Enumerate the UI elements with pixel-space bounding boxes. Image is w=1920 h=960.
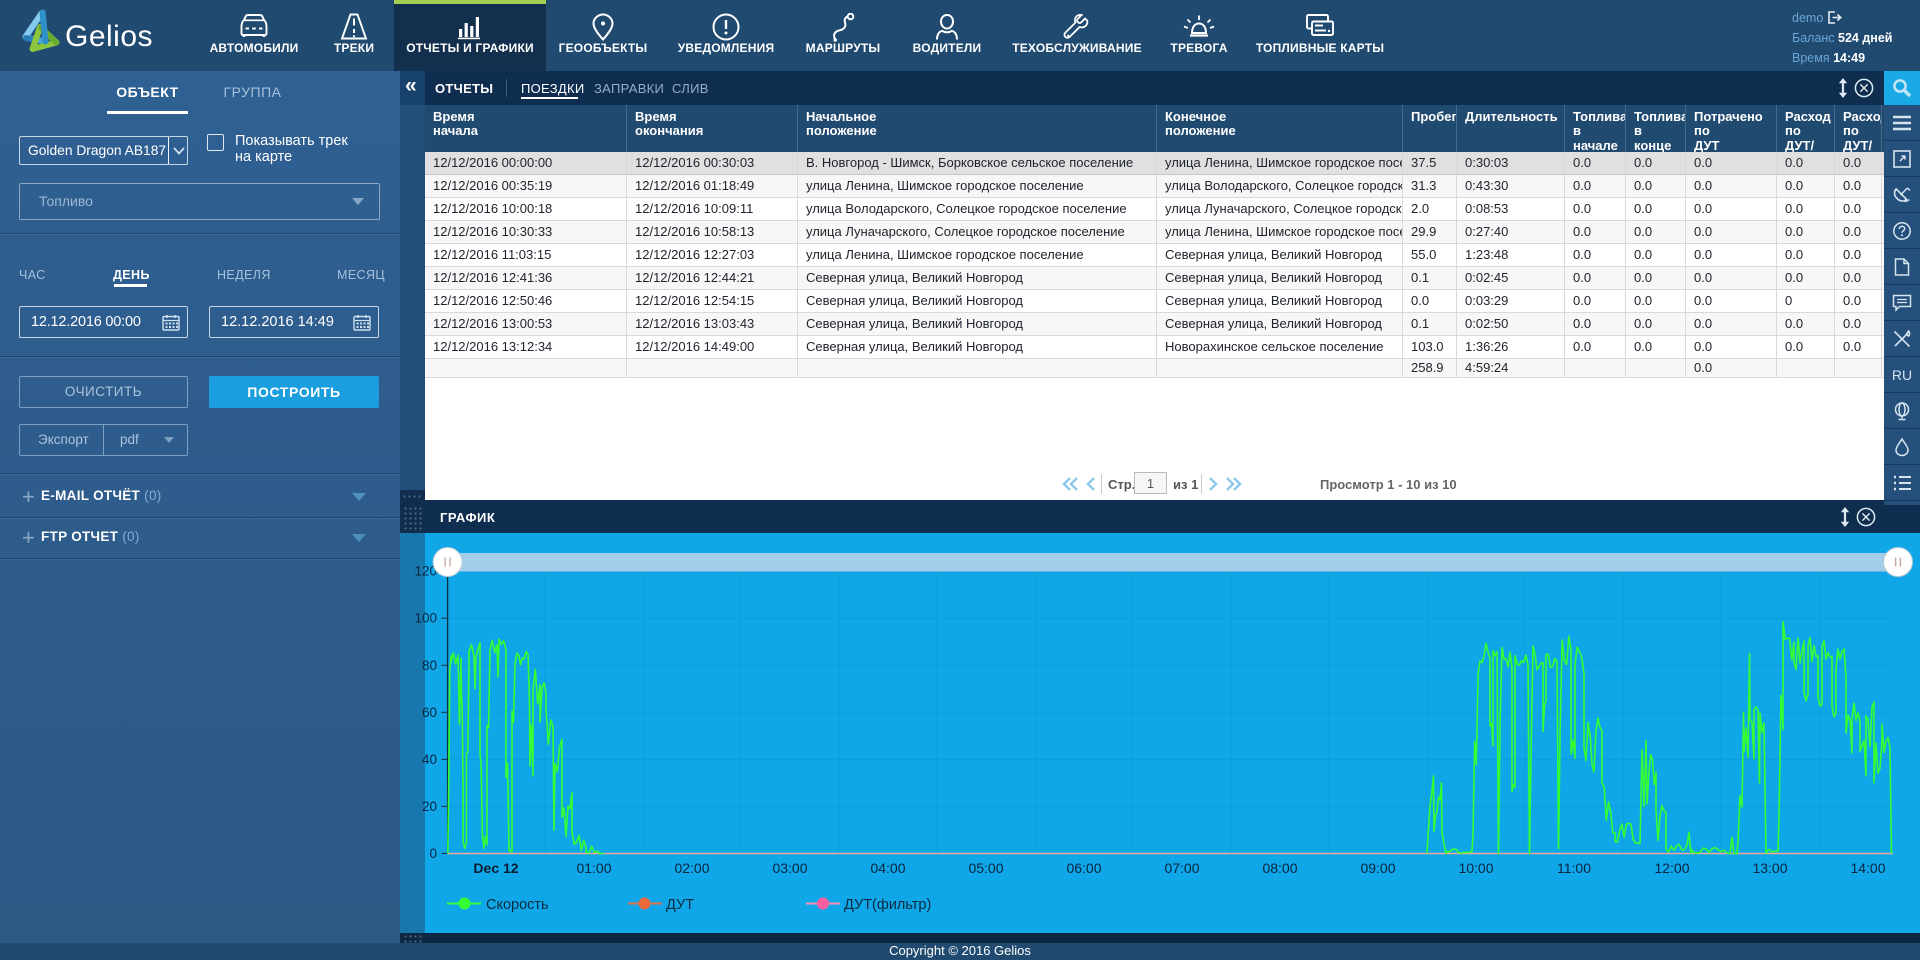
svg-text:40: 40 bbox=[422, 752, 437, 767]
svg-text:01:00: 01:00 bbox=[576, 860, 611, 876]
svg-text:0: 0 bbox=[429, 846, 437, 861]
svg-text:12:00: 12:00 bbox=[1654, 860, 1689, 876]
svg-text:14:00: 14:00 bbox=[1850, 860, 1885, 876]
svg-text:11:00: 11:00 bbox=[1557, 860, 1591, 876]
svg-text:13:00: 13:00 bbox=[1752, 860, 1787, 876]
svg-text:10:00: 10:00 bbox=[1458, 860, 1493, 876]
svg-text:02:00: 02:00 bbox=[674, 860, 709, 876]
svg-text:09:00: 09:00 bbox=[1360, 860, 1395, 876]
svg-text:ДУТ(фильтр): ДУТ(фильтр) bbox=[844, 897, 931, 913]
svg-text:03:00: 03:00 bbox=[772, 860, 807, 876]
svg-text:60: 60 bbox=[422, 705, 437, 720]
svg-text:100: 100 bbox=[414, 611, 437, 626]
svg-text:07:00: 07:00 bbox=[1164, 860, 1199, 876]
svg-text:Скорость: Скорость bbox=[486, 897, 549, 913]
svg-text:Dec 12: Dec 12 bbox=[473, 860, 518, 876]
svg-text:08:00: 08:00 bbox=[1262, 860, 1297, 876]
svg-text:04:00: 04:00 bbox=[870, 860, 905, 876]
svg-text:20: 20 bbox=[422, 799, 437, 814]
svg-text:80: 80 bbox=[422, 658, 437, 673]
svg-text:05:00: 05:00 bbox=[968, 860, 1003, 876]
svg-text:ДУТ: ДУТ bbox=[666, 897, 694, 913]
svg-text:06:00: 06:00 bbox=[1066, 860, 1101, 876]
